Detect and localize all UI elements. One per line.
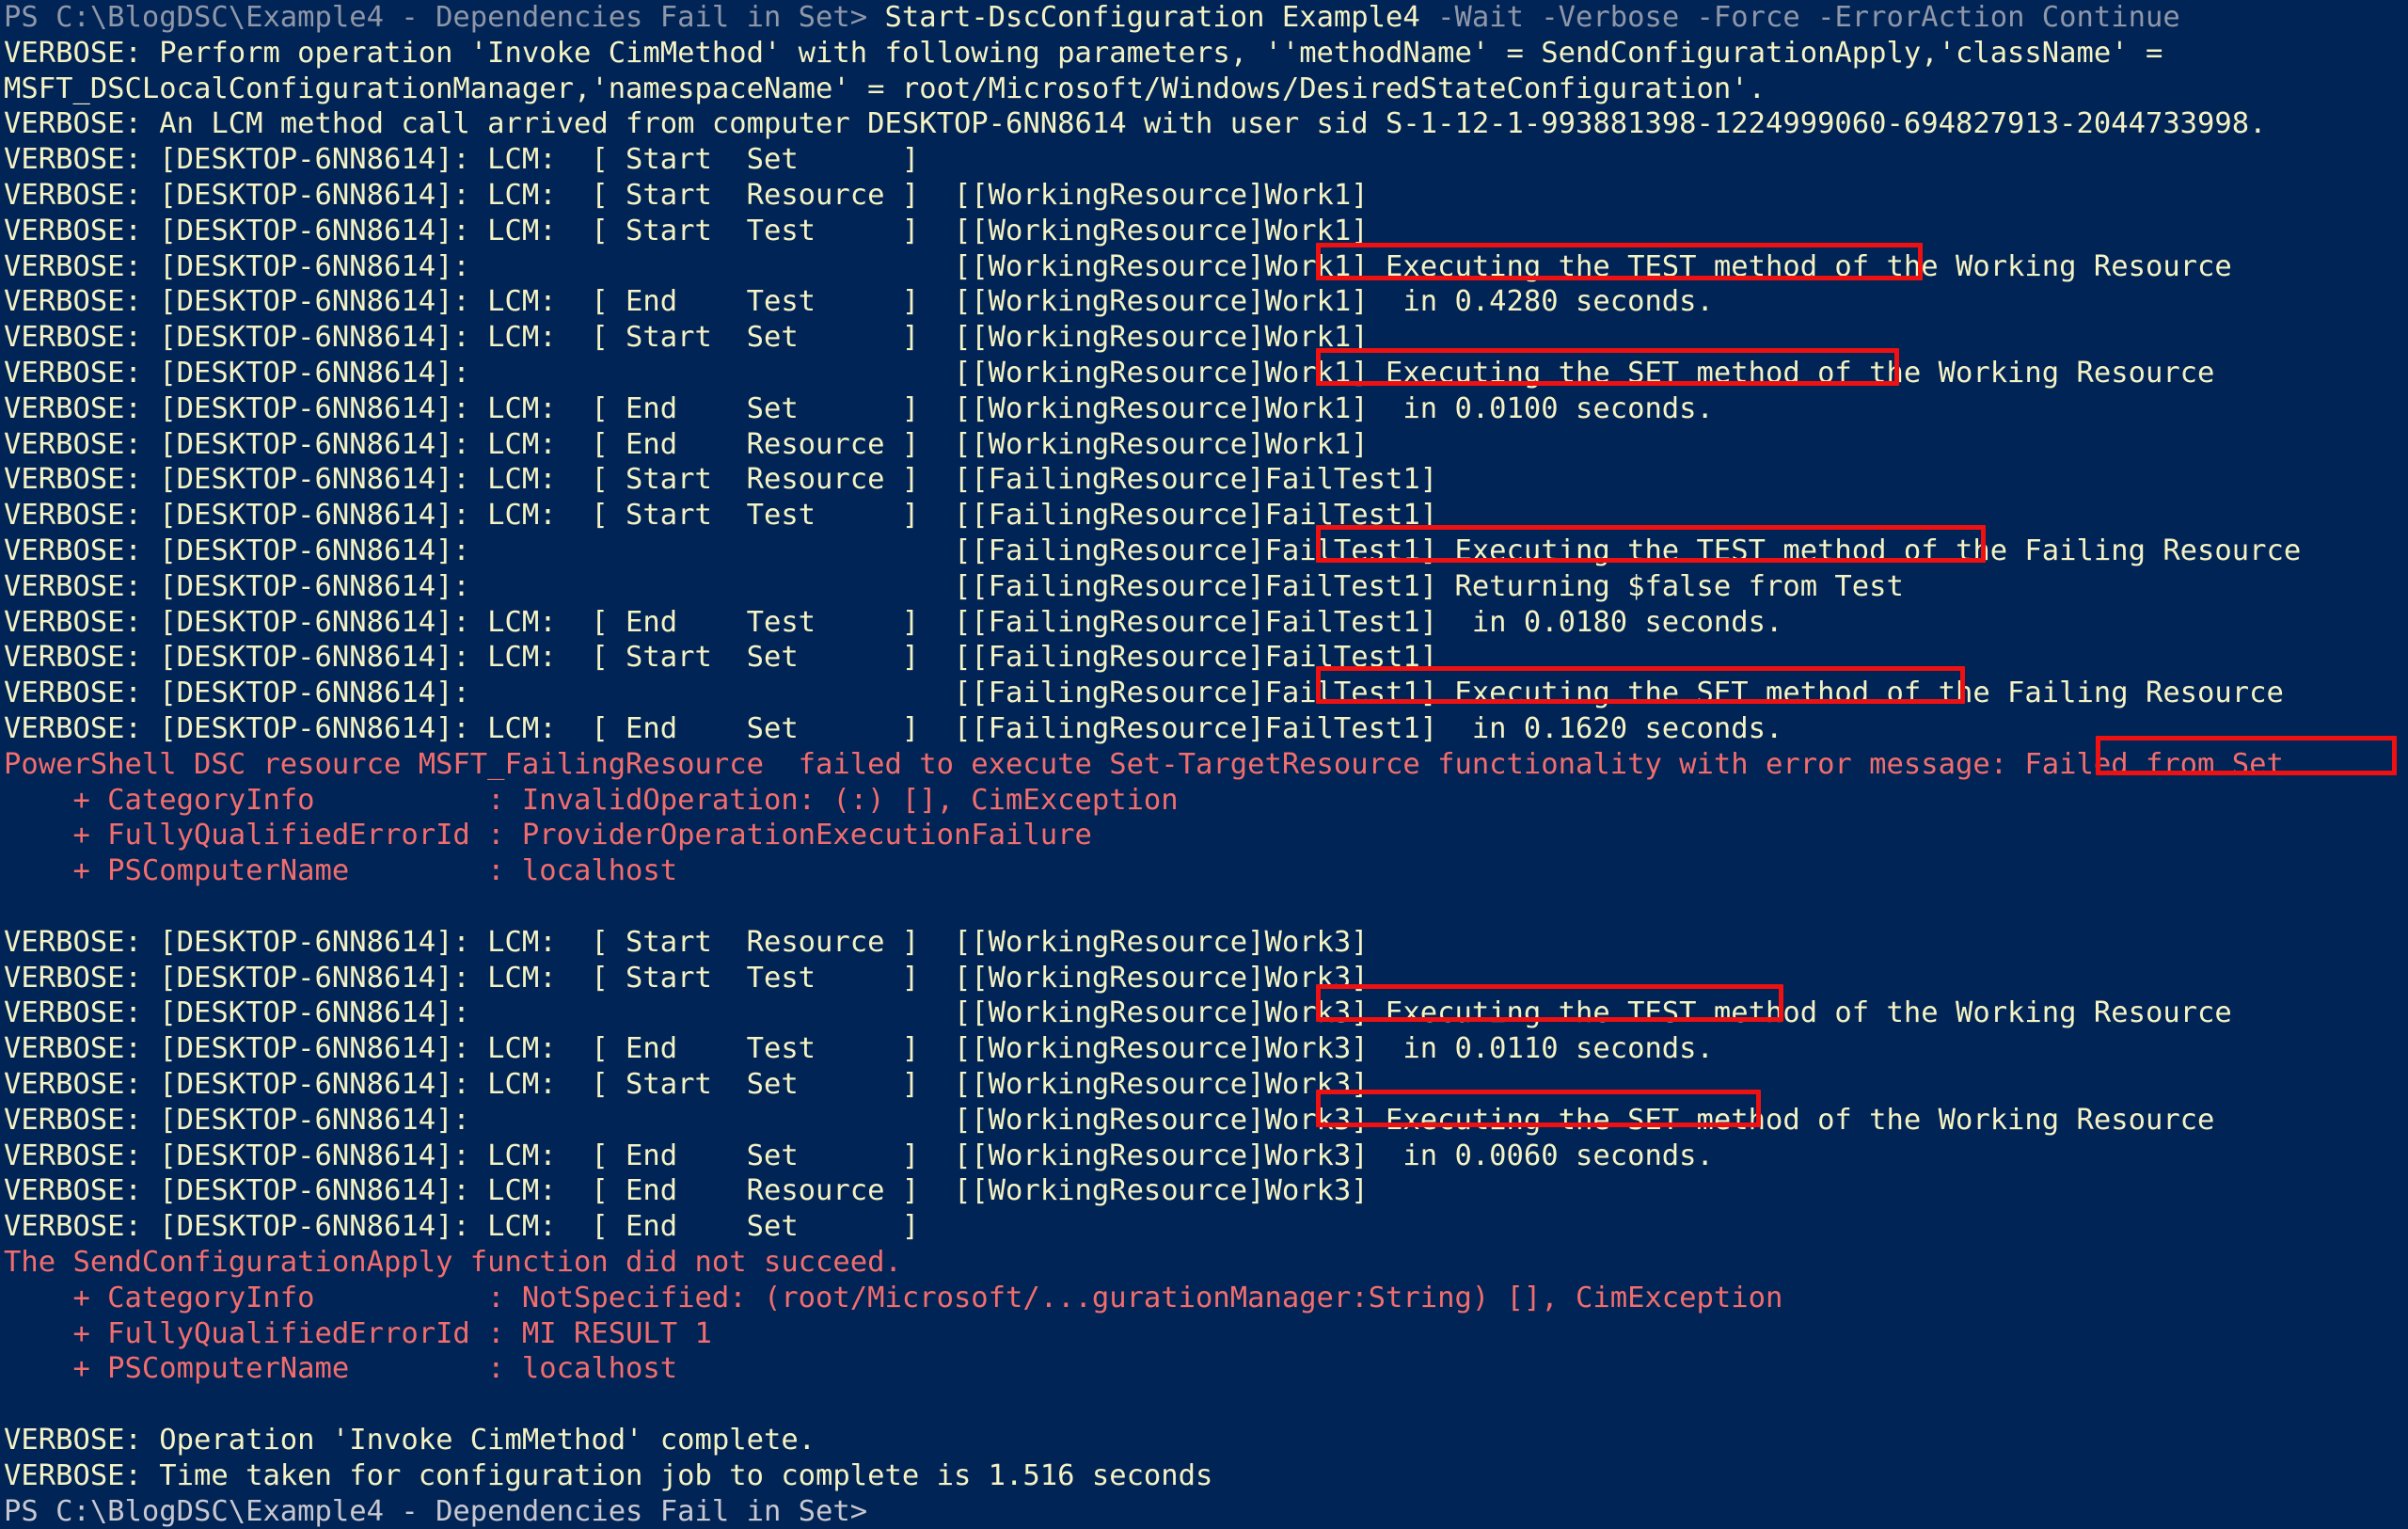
verbose-line: VERBOSE: [DESKTOP-6NN8614]: LCM: [ End T… — [4, 605, 1783, 639]
verbose-line: VERBOSE: [DESKTOP-6NN8614]: LCM: [ Start… — [4, 143, 920, 177]
prompt-command-line: PS C:\BlogDSC\Example4 - Dependencies Fa… — [4, 0, 2180, 36]
command-text: Start-DscConfiguration Example4 — [884, 1, 1438, 34]
error-line: + PSComputerName : localhost — [4, 1352, 678, 1386]
verbose-line: VERBOSE: [DESKTOP-6NN8614]: LCM: [ End R… — [4, 427, 1369, 461]
verbose-line: VERBOSE: [DESKTOP-6NN8614]: LCM: [ Start… — [4, 463, 1438, 497]
error-line: PowerShell DSC resource MSFT_FailingReso… — [4, 747, 2284, 781]
verbose-line: VERBOSE: [DESKTOP-6NN8614]: [[WorkingRes… — [4, 996, 2232, 1030]
verbose-line: VERBOSE: [DESKTOP-6NN8614]: LCM: [ Start… — [4, 1068, 1369, 1101]
verbose-line: VERBOSE: Time taken for configuration jo… — [4, 1458, 1213, 1492]
verbose-line: VERBOSE: [DESKTOP-6NN8614]: LCM: [ Start… — [4, 321, 1369, 355]
verbose-line: VERBOSE: [DESKTOP-6NN8614]: LCM: [ Start… — [4, 499, 1438, 533]
prompt-path: PS C:\BlogDSC\Example4 - Dependencies Fa… — [4, 1, 885, 34]
verbose-line: VERBOSE: [DESKTOP-6NN8614]: LCM: [ End R… — [4, 1174, 1369, 1208]
verbose-line: VERBOSE: [DESKTOP-6NN8614]: LCM: [ Start… — [4, 641, 1438, 675]
verbose-line: VERBOSE: [DESKTOP-6NN8614]: LCM: [ End S… — [4, 712, 1783, 745]
verbose-line: VERBOSE: [DESKTOP-6NN8614]: [[WorkingRes… — [4, 357, 2215, 390]
verbose-line: VERBOSE: Perform operation 'Invoke CimMe… — [4, 36, 2163, 70]
verbose-line: VERBOSE: [DESKTOP-6NN8614]: [[FailingRes… — [4, 569, 1904, 603]
prompt-line: PS C:\BlogDSC\Example4 - Dependencies Fa… — [4, 1494, 868, 1528]
verbose-line: VERBOSE: [DESKTOP-6NN8614]: LCM: [ End S… — [4, 1139, 1714, 1172]
verbose-line: VERBOSE: An LCM method call arrived from… — [4, 107, 2267, 141]
verbose-line: VERBOSE: [DESKTOP-6NN8614]: LCM: [ End T… — [4, 1032, 1714, 1066]
error-line: + FullyQualifiedErrorId : ProviderOperat… — [4, 819, 1092, 852]
verbose-line: VERBOSE: [DESKTOP-6NN8614]: [[FailingRes… — [4, 677, 2284, 710]
powershell-console-window[interactable]: PS C:\BlogDSC\Example4 - Dependencies Fa… — [0, 0, 2408, 1528]
error-line: + FullyQualifiedErrorId : MI RESULT 1 — [4, 1316, 712, 1350]
error-line: The SendConfigurationApply function did … — [4, 1246, 902, 1279]
error-line: + CategoryInfo : NotSpecified: (root/Mic… — [4, 1281, 1783, 1314]
verbose-line: VERBOSE: [DESKTOP-6NN8614]: LCM: [ Start… — [4, 179, 1369, 212]
error-line: + CategoryInfo : InvalidOperation: (:) [… — [4, 783, 1179, 817]
verbose-line: VERBOSE: [DESKTOP-6NN8614]: [[FailingRes… — [4, 534, 2302, 567]
verbose-line: MSFT_DSCLocalConfigurationManager,'names… — [4, 72, 1766, 105]
verbose-line: VERBOSE: [DESKTOP-6NN8614]: LCM: [ Start… — [4, 961, 1369, 995]
verbose-line: VERBOSE: [DESKTOP-6NN8614]: LCM: [ End T… — [4, 285, 1714, 319]
verbose-line: VERBOSE: [DESKTOP-6NN8614]: LCM: [ Start… — [4, 925, 1369, 959]
error-line: + PSComputerName : localhost — [4, 854, 678, 888]
verbose-line: VERBOSE: [DESKTOP-6NN8614]: LCM: [ Start… — [4, 214, 1369, 247]
verbose-line: VERBOSE: [DESKTOP-6NN8614]: [[WorkingRes… — [4, 1103, 2215, 1137]
verbose-line: VERBOSE: [DESKTOP-6NN8614]: LCM: [ End S… — [4, 391, 1714, 425]
command-parameters: -Wait -Verbose -Force -ErrorAction Conti… — [1437, 1, 2180, 34]
verbose-line: VERBOSE: [DESKTOP-6NN8614]: LCM: [ End S… — [4, 1210, 920, 1244]
verbose-line: VERBOSE: Operation 'Invoke CimMethod' co… — [4, 1424, 816, 1457]
verbose-line: VERBOSE: [DESKTOP-6NN8614]: [[WorkingRes… — [4, 249, 2232, 283]
